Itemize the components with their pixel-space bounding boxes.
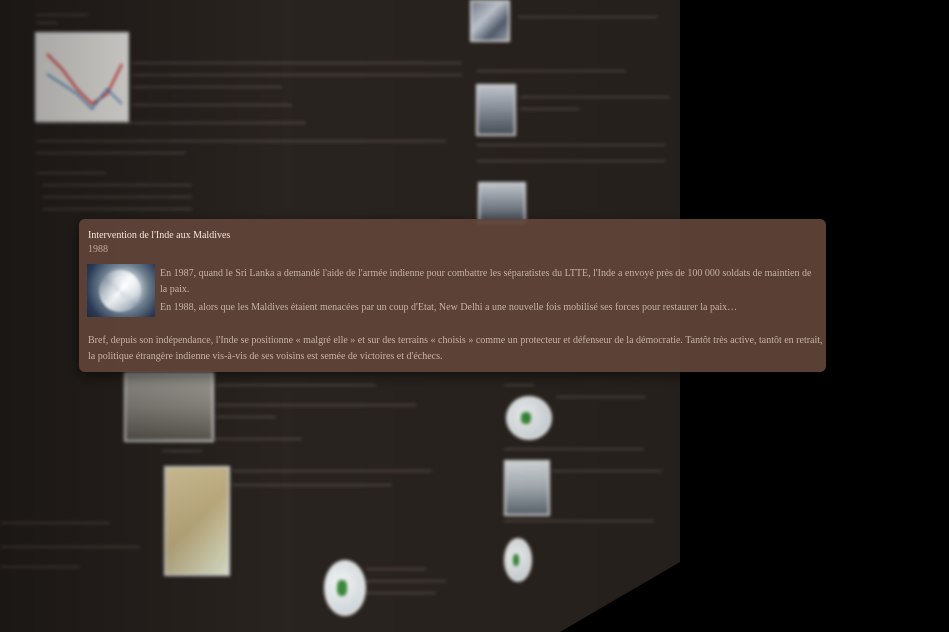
- popup-title: Intervention de l'Inde aux Maldives: [88, 230, 231, 241]
- ghost-text-line: [366, 592, 436, 594]
- ghost-text-line: [504, 384, 534, 386]
- ghost-text-line: [476, 160, 666, 162]
- globe-icon[interactable]: [506, 396, 552, 440]
- globe-icon[interactable]: [504, 538, 532, 582]
- map-thumbnail[interactable]: [164, 466, 230, 576]
- globe-icon[interactable]: [324, 560, 366, 616]
- article-popup-card[interactable]: Intervention de l'Inde aux Maldives 1988…: [79, 219, 826, 372]
- ghost-text-line: [216, 404, 416, 406]
- line-chart-thumbnail[interactable]: [35, 32, 129, 122]
- popup-paragraph-1: En 1987, quand le Sri Lanka a demandé l'…: [160, 268, 812, 295]
- ghost-text-line: [36, 152, 186, 154]
- ghost-text-line: [552, 470, 662, 472]
- ghost-text-line: [36, 14, 88, 16]
- ghost-text-line: [518, 16, 658, 18]
- crowd-photo-thumbnail[interactable]: [470, 0, 510, 42]
- ghost-text-line: [36, 172, 106, 174]
- ghost-text-line: [162, 438, 302, 440]
- ghost-text-line: [0, 546, 140, 548]
- popup-paragraph-3: Bref, depuis son indépendance, l'Inde se…: [88, 335, 823, 362]
- ghost-text-line: [520, 96, 670, 98]
- ghost-text-line: [42, 196, 192, 198]
- ghost-text-line: [476, 144, 666, 146]
- ghost-text-line: [42, 208, 192, 210]
- ghost-text-line: [0, 566, 80, 568]
- ghost-text-line: [366, 580, 446, 582]
- ghost-text-line: [520, 108, 580, 110]
- popup-year: 1988: [88, 244, 108, 255]
- ghost-text-line: [504, 520, 654, 522]
- city-photo-thumbnail[interactable]: [478, 182, 526, 224]
- tank-photo-thumbnail[interactable]: [124, 372, 214, 442]
- ghost-text-line: [36, 22, 58, 24]
- city-photo-thumbnail[interactable]: [476, 84, 516, 136]
- ghost-text-line: [36, 122, 306, 124]
- ghost-text-line: [232, 484, 392, 486]
- ghost-text-line: [216, 384, 376, 386]
- ghost-text-line: [132, 104, 292, 106]
- ghost-text-line: [162, 450, 202, 452]
- popup-paragraph-2: En 1988, alors que les Maldives étaient …: [160, 302, 738, 313]
- ghost-text-line: [216, 416, 276, 418]
- ghost-text-line: [366, 568, 426, 570]
- chart-thumbnail-graphic: [46, 53, 123, 111]
- sea-photo-thumbnail[interactable]: [504, 460, 550, 516]
- ghost-text-line: [504, 448, 644, 450]
- cyclone-satellite-image[interactable]: [87, 264, 155, 317]
- ghost-text-line: [556, 396, 646, 398]
- ghost-text-line: [132, 62, 462, 64]
- ghost-text-line: [36, 140, 446, 142]
- ghost-text-line: [0, 522, 110, 524]
- ghost-text-line: [42, 184, 192, 186]
- ghost-text-line: [232, 470, 432, 472]
- ghost-text-line: [132, 86, 282, 88]
- ghost-text-line: [476, 70, 626, 72]
- ghost-text-line: [132, 74, 462, 76]
